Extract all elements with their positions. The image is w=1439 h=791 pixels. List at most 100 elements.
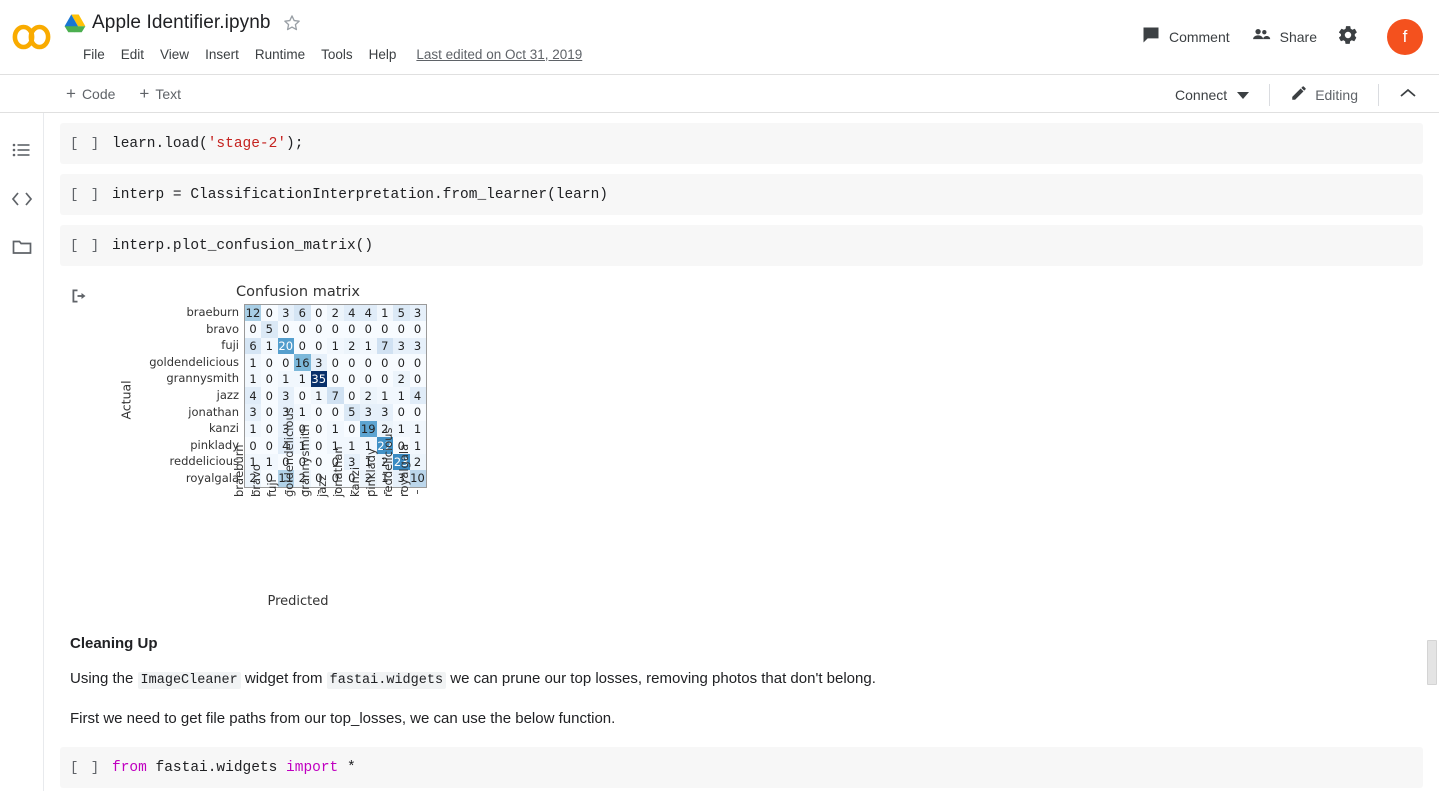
text-fragment: Using the xyxy=(70,669,138,687)
markdown-cell[interactable]: Cleaning Up Using the ImageCleaner widge… xyxy=(60,615,1423,730)
avatar[interactable]: f xyxy=(1387,18,1423,55)
heatmap-cell: 3 xyxy=(409,337,426,355)
heatmap-cell: 0 xyxy=(343,387,360,405)
heatmap-cell: 2 xyxy=(360,387,377,405)
menu-item-edit[interactable]: Edit xyxy=(113,45,152,64)
collapse-toolbar-button[interactable] xyxy=(1391,82,1425,108)
heatmap-cell: 0 xyxy=(244,321,261,338)
heatmap-cell: 0 xyxy=(261,420,278,438)
menu-item-insert[interactable]: Insert xyxy=(197,45,247,64)
document-title[interactable]: Apple Identifier.ipynb xyxy=(92,12,271,34)
code-cell[interactable]: [ ] from fastai.widgets import * xyxy=(60,747,1423,789)
menu-item-runtime[interactable]: Runtime xyxy=(247,45,313,64)
code-token: ); xyxy=(286,135,304,152)
colab-logo[interactable] xyxy=(0,0,64,74)
heatmap-cell: 0 xyxy=(343,321,360,338)
code-cell[interactable]: [ ] interp.plot_confusion_matrix() xyxy=(60,225,1423,266)
x-axis-ticks: braeburn bravo fuji goldendelicious grannysm… xyxy=(232,407,472,592)
code-cell[interactable]: [ ] learn.load('stage-2'); xyxy=(60,123,1423,164)
heatmap-cell: 0 xyxy=(277,354,294,371)
toolbar-right: Connect Editing xyxy=(1167,75,1425,114)
settings-button[interactable] xyxy=(1327,18,1377,55)
main-area: [ ] learn.load('stage-2'); [ ] interp = … xyxy=(0,113,1439,791)
y-axis-tick-label: fuji xyxy=(221,338,239,353)
heatmap-row: 30310053300 xyxy=(244,404,426,421)
menu-item-file[interactable]: File xyxy=(75,45,113,64)
share-button[interactable]: Share xyxy=(1240,19,1327,54)
left-sidebar xyxy=(0,113,44,791)
x-axis-tick-label: reddelicious xyxy=(380,427,395,497)
heatmap-cell: 3 xyxy=(393,337,410,355)
menu-item-tools[interactable]: Tools xyxy=(313,45,361,64)
heatmap-cell: 1 xyxy=(261,337,278,355)
heatmap-cell: 0 xyxy=(277,321,294,338)
heatmap-cell: 0 xyxy=(327,370,344,388)
code-cell[interactable]: [ ] interp = ClassificationInterpretatio… xyxy=(60,174,1423,215)
heatmap-cell: 7 xyxy=(327,387,344,405)
heatmap-cell: 0 xyxy=(360,370,377,388)
heatmap-cell: 0 xyxy=(261,387,278,405)
x-axis-tick: pinklady xyxy=(364,448,393,592)
gear-icon xyxy=(1337,24,1367,49)
code-keyword-token: from xyxy=(112,759,156,776)
heatmap-cell: 1 xyxy=(244,354,261,371)
heatmap-cell: 0 xyxy=(310,304,327,322)
heatmap-cell: 4 xyxy=(360,304,377,322)
heatmap-cell: 0 xyxy=(327,404,344,421)
heatmap-cell: 3 xyxy=(277,387,294,405)
text-fragment: widget from xyxy=(240,669,327,687)
scrollbar-thumb[interactable] xyxy=(1427,640,1437,685)
heatmap-row: 1 0 3 0 0 1 0 19 2 1 1 xyxy=(244,420,426,438)
add-code-cell-button[interactable]: + Code xyxy=(56,81,125,106)
star-icon[interactable] xyxy=(282,13,302,33)
y-axis-tick-label: kanzi xyxy=(208,421,239,436)
y-axis-tick-label: grannysmith xyxy=(166,371,239,386)
comment-button[interactable]: Comment xyxy=(1131,19,1240,54)
markdown-heading: Cleaning Up xyxy=(70,634,158,652)
heatmap-row: 12 0 3 6 0 2 4 4 1 5 3 xyxy=(244,304,426,322)
toolbar-divider xyxy=(1378,83,1379,106)
editing-button[interactable]: Editing xyxy=(1282,80,1366,109)
top-bar: Apple Identifier.ipynb File Edit View In… xyxy=(0,0,1439,74)
heatmap-cell: 5 xyxy=(261,321,278,338)
heatmap-cell: 16 xyxy=(294,354,311,371)
chevron-up-icon xyxy=(1399,86,1417,104)
connect-label: Connect xyxy=(1175,86,1228,103)
heatmap-cell: 6 xyxy=(294,304,311,322)
add-text-label: Text xyxy=(155,85,182,102)
menu-item-help[interactable]: Help xyxy=(361,45,405,64)
heatmap-cell: 1 xyxy=(310,387,327,405)
editing-label: Editing xyxy=(1315,86,1358,103)
x-axis-tick: braeburn xyxy=(232,444,261,592)
y-axis-tick-label: goldendelicious xyxy=(149,354,239,369)
code-content: interp = ClassificationInterpretation.fr… xyxy=(112,186,608,203)
heatmap-cell: 0 xyxy=(310,437,327,454)
code-string-token: 'stage-2' xyxy=(207,135,287,152)
code-snippets-icon[interactable] xyxy=(0,175,44,223)
heatmap-cell: 1 xyxy=(376,387,393,405)
cell-execution-count: [ ] xyxy=(70,135,102,152)
heatmap-cell: 0 xyxy=(294,337,311,355)
heatmap-cell: 0 xyxy=(409,354,426,371)
heatmap-cell: 1 xyxy=(244,370,261,388)
heatmap-cell: 1 xyxy=(393,387,410,405)
menu-item-view[interactable]: View xyxy=(152,45,197,64)
heatmap-cell: 0 xyxy=(261,304,278,322)
heatmap-cell: 3 xyxy=(376,404,393,421)
chart-title: Confusion matrix xyxy=(235,284,360,300)
x-axis-tick-label: kanzi xyxy=(347,466,362,497)
confusion-matrix-figure: Confusion matrix Actual braeburn bravo fuj… xyxy=(112,284,472,609)
files-icon[interactable] xyxy=(0,223,44,271)
heatmap-cell: 5 xyxy=(393,304,410,322)
heatmap-cell: 1 xyxy=(327,420,344,438)
heatmap-row: 40301702114 xyxy=(244,387,426,405)
heatmap-cell: 0 xyxy=(393,321,410,338)
connect-button[interactable]: Connect xyxy=(1167,83,1257,107)
y-axis-tick-label: bravo xyxy=(206,321,239,336)
heatmap-cell: 0 xyxy=(409,370,426,388)
vertical-scrollbar[interactable] xyxy=(1425,113,1439,791)
code-token: fastai.widgets xyxy=(155,759,287,776)
add-text-cell-button[interactable]: + Text xyxy=(129,81,191,106)
table-of-contents-icon[interactable] xyxy=(0,127,44,175)
last-edited-link[interactable]: Last edited on Oct 31, 2019 xyxy=(416,47,582,62)
